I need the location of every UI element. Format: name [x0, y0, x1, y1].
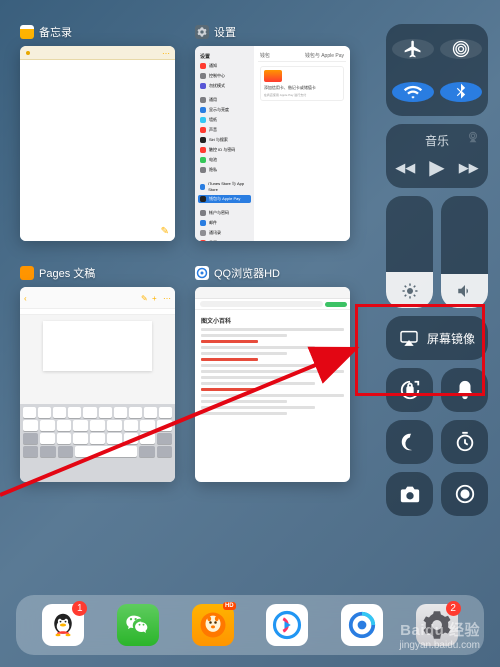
edit-icon: ⋯	[162, 49, 170, 58]
watermark: Baidu 经验 jingyan.baidu.com	[399, 619, 480, 651]
pages-app-icon	[20, 266, 34, 280]
settings-row: 通知	[198, 62, 251, 70]
screen-mirroring-button[interactable]: 屏幕镜像	[386, 316, 488, 360]
music-label: 音乐	[425, 132, 449, 149]
app-card-settings[interactable]: 设置 设置 通知控制中心勿扰模式通用显示与亮度墙纸声音 Siri 与搜索触控 ID…	[195, 24, 350, 241]
settings-row: 显示与亮度	[198, 106, 251, 114]
settings-row: 声音	[198, 126, 251, 134]
do-not-disturb-button[interactable]	[386, 420, 433, 464]
wifi-toggle[interactable]	[392, 82, 434, 102]
app-label: 设置	[214, 24, 236, 40]
app-label: 备忘录	[39, 24, 72, 40]
bluetooth-toggle[interactable]	[440, 82, 482, 102]
back-icon: ‹	[24, 294, 32, 302]
airplay-audio-icon	[466, 130, 480, 144]
settings-row: Siri 与搜索	[198, 136, 251, 144]
camera-button[interactable]	[386, 472, 433, 516]
volume-slider[interactable]	[441, 196, 488, 308]
pages-preview[interactable]: ‹ ✎ + ⋯	[20, 287, 175, 482]
brightness-slider[interactable]	[386, 196, 433, 308]
settings-app-icon	[195, 25, 209, 39]
settings-row: 通用	[198, 96, 251, 104]
settings-row: 控制中心	[198, 72, 251, 80]
compose-icon: ✎	[161, 226, 169, 237]
settings-row: 邮件	[198, 219, 251, 227]
connectivity-tile[interactable]	[386, 24, 488, 116]
music-tile[interactable]: 音乐 ◀◀ ▶ ▶▶	[386, 124, 488, 188]
screen-mirror-icon	[399, 330, 419, 346]
settings-preview[interactable]: 设置 通知控制中心勿扰模式通用显示与亮度墙纸声音 Siri 与搜索触控 ID 与密…	[195, 46, 350, 241]
prev-track-icon[interactable]: ◀◀	[395, 160, 415, 176]
control-center: 音乐 ◀◀ ▶ ▶▶ 屏幕镜像	[382, 0, 500, 667]
settings-row: iTunes Store 与 App Store	[198, 180, 251, 193]
brush-icon: ✎	[141, 294, 149, 302]
settings-row: 勿扰模式	[198, 82, 251, 90]
next-track-icon[interactable]: ▶▶	[459, 160, 479, 176]
app-label: Pages 文稿	[39, 265, 95, 281]
badge: 2	[446, 601, 461, 616]
more-icon: ⋯	[163, 294, 171, 302]
dock-app-youku[interactable]	[266, 604, 308, 646]
app-card-notes[interactable]: 备忘录 ⋯ ✎	[20, 24, 175, 241]
keyboard[interactable]	[20, 404, 175, 482]
play-icon[interactable]: ▶	[429, 155, 444, 180]
settings-row: 钱包与 Apple Pay	[198, 195, 251, 203]
app-card-pages[interactable]: Pages 文稿 ‹ ✎ + ⋯	[20, 265, 175, 482]
settings-row: 帐户与密码	[198, 209, 251, 217]
badge: 1	[72, 601, 87, 616]
screen-record-button[interactable]	[441, 472, 488, 516]
notes-preview[interactable]: ⋯ ✎	[20, 46, 175, 241]
airdrop-toggle[interactable]	[440, 39, 482, 59]
dock-app-qqbrowser[interactable]	[341, 604, 383, 646]
settings-row: 隐私	[198, 166, 251, 174]
volume-icon	[456, 282, 474, 300]
settings-header: 设置	[198, 50, 251, 62]
app-card-qqbrowser[interactable]: QQ浏览器HD 图文小百科	[195, 265, 350, 482]
settings-row: 触控 ID 与密码	[198, 146, 251, 154]
notes-app-icon	[20, 25, 34, 39]
settings-row: 通讯录	[198, 229, 251, 237]
settings-row: 电池	[198, 156, 251, 164]
silent-mode-button[interactable]	[441, 368, 488, 412]
dock-app-wechat[interactable]	[117, 604, 159, 646]
settings-row: 日历	[198, 239, 251, 241]
dock-app-uc[interactable]: HD	[192, 604, 234, 646]
settings-row: 墙纸	[198, 116, 251, 124]
qqbrowser-app-icon	[195, 266, 209, 280]
app-switcher-area: 备忘录 ⋯ ✎ 设置	[0, 0, 382, 667]
qqbrowser-preview[interactable]: 图文小百科	[195, 287, 350, 482]
dock-app-qq[interactable]: 1	[42, 604, 84, 646]
hd-badge: HD	[223, 602, 236, 610]
orientation-lock-button[interactable]	[386, 368, 433, 412]
timer-button[interactable]	[441, 420, 488, 464]
app-label: QQ浏览器HD	[214, 265, 280, 281]
screen-mirror-label: 屏幕镜像	[427, 330, 475, 347]
brightness-icon	[401, 282, 419, 300]
airplane-toggle[interactable]	[392, 39, 434, 59]
add-icon: +	[152, 294, 160, 302]
